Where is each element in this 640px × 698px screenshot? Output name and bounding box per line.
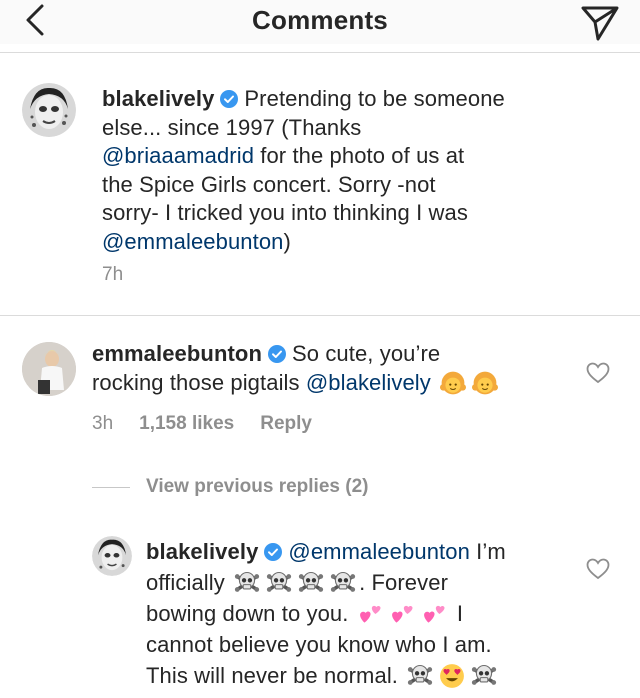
two-hearts-emoji	[423, 605, 445, 623]
paper-plane-icon[interactable]	[580, 2, 620, 42]
reply-line: cannot believe you know who I am.	[146, 632, 492, 657]
caption-line: for the photo of us at	[254, 143, 465, 168]
caption-text: blakelively Pretending to be someone else…	[102, 85, 622, 256]
skull-and-crossbones-emoji	[234, 570, 261, 594]
comment-line: So cute, you’re	[292, 341, 441, 366]
reply-line: . Forever	[359, 570, 448, 595]
girl-with-pigtails-emoji	[472, 370, 499, 395]
skull-and-crossbones-emoji	[407, 663, 434, 687]
caption-line: the Spice Girls concert. Sorry -not	[102, 171, 436, 197]
reply-text: blakelively @emmaleebunton I’m officially…	[146, 536, 576, 691]
avatar[interactable]	[22, 83, 76, 137]
view-previous-replies[interactable]: View previous replies (2)	[92, 476, 368, 498]
replies-line	[92, 486, 130, 488]
skull-and-crossbones-emoji	[471, 663, 498, 687]
mention-link[interactable]: @emmaleebunton	[288, 539, 470, 564]
heart-eyes-emoji	[440, 664, 465, 688]
caption-line: sorry- I tricked you into thinking I was	[102, 200, 468, 225]
likes-count[interactable]: 1,158 likes	[139, 413, 234, 434]
comment-username[interactable]: emmaleebunton	[92, 341, 262, 366]
verified-badge-icon	[264, 543, 283, 561]
view-replies-label[interactable]: View previous replies (2)	[146, 476, 368, 498]
top-bar: Comments	[0, 0, 640, 44]
skull-and-crossbones-emoji	[266, 570, 293, 594]
page-title: Comments	[252, 5, 388, 35]
avatar[interactable]	[92, 536, 132, 576]
like-heart-icon[interactable]	[586, 362, 610, 384]
reply-line: I	[456, 601, 464, 626]
girl-with-pigtails-emoji	[440, 370, 467, 395]
timestamp: 7h	[102, 264, 124, 285]
reply-button[interactable]: Reply	[260, 413, 312, 434]
comment-line: rocking those pigtails	[92, 369, 306, 395]
avatar[interactable]	[22, 342, 76, 396]
caption-username[interactable]: blakelively	[102, 86, 214, 111]
timestamp: 3h	[92, 413, 114, 434]
mention-link[interactable]: @briaaamadrid	[102, 143, 254, 168]
mention-link[interactable]: @blakelively	[306, 370, 431, 395]
two-hearts-emoji	[359, 605, 381, 623]
like-heart-icon[interactable]	[586, 558, 610, 580]
two-hearts-emoji	[391, 605, 413, 623]
caption-line: else... since 1997 (Thanks	[102, 114, 362, 140]
caption-line: )	[283, 228, 291, 254]
skull-and-crossbones-emoji	[298, 570, 325, 594]
reply-line: officially	[146, 570, 225, 595]
comment-text: emmaleebunton So cute, you’re rocking tho…	[92, 340, 572, 397]
caption-line: Pretending to be someone	[244, 86, 505, 111]
reply-line: I’m	[469, 539, 506, 564]
reply-line: This will never be normal.	[146, 663, 399, 688]
caption-meta: 7h	[102, 264, 149, 286]
reply-line: bowing down to you.	[146, 601, 349, 626]
verified-badge-icon	[268, 345, 286, 363]
verified-badge-icon	[220, 90, 239, 108]
reply-username[interactable]: blakelively	[146, 539, 258, 564]
header-divider	[0, 52, 640, 53]
mention-link[interactable]: @emmaleebunton	[102, 229, 284, 254]
section-divider	[0, 315, 640, 316]
comment-meta: 3h 1,158 likes Reply	[92, 413, 338, 435]
skull-and-crossbones-emoji	[330, 570, 357, 594]
